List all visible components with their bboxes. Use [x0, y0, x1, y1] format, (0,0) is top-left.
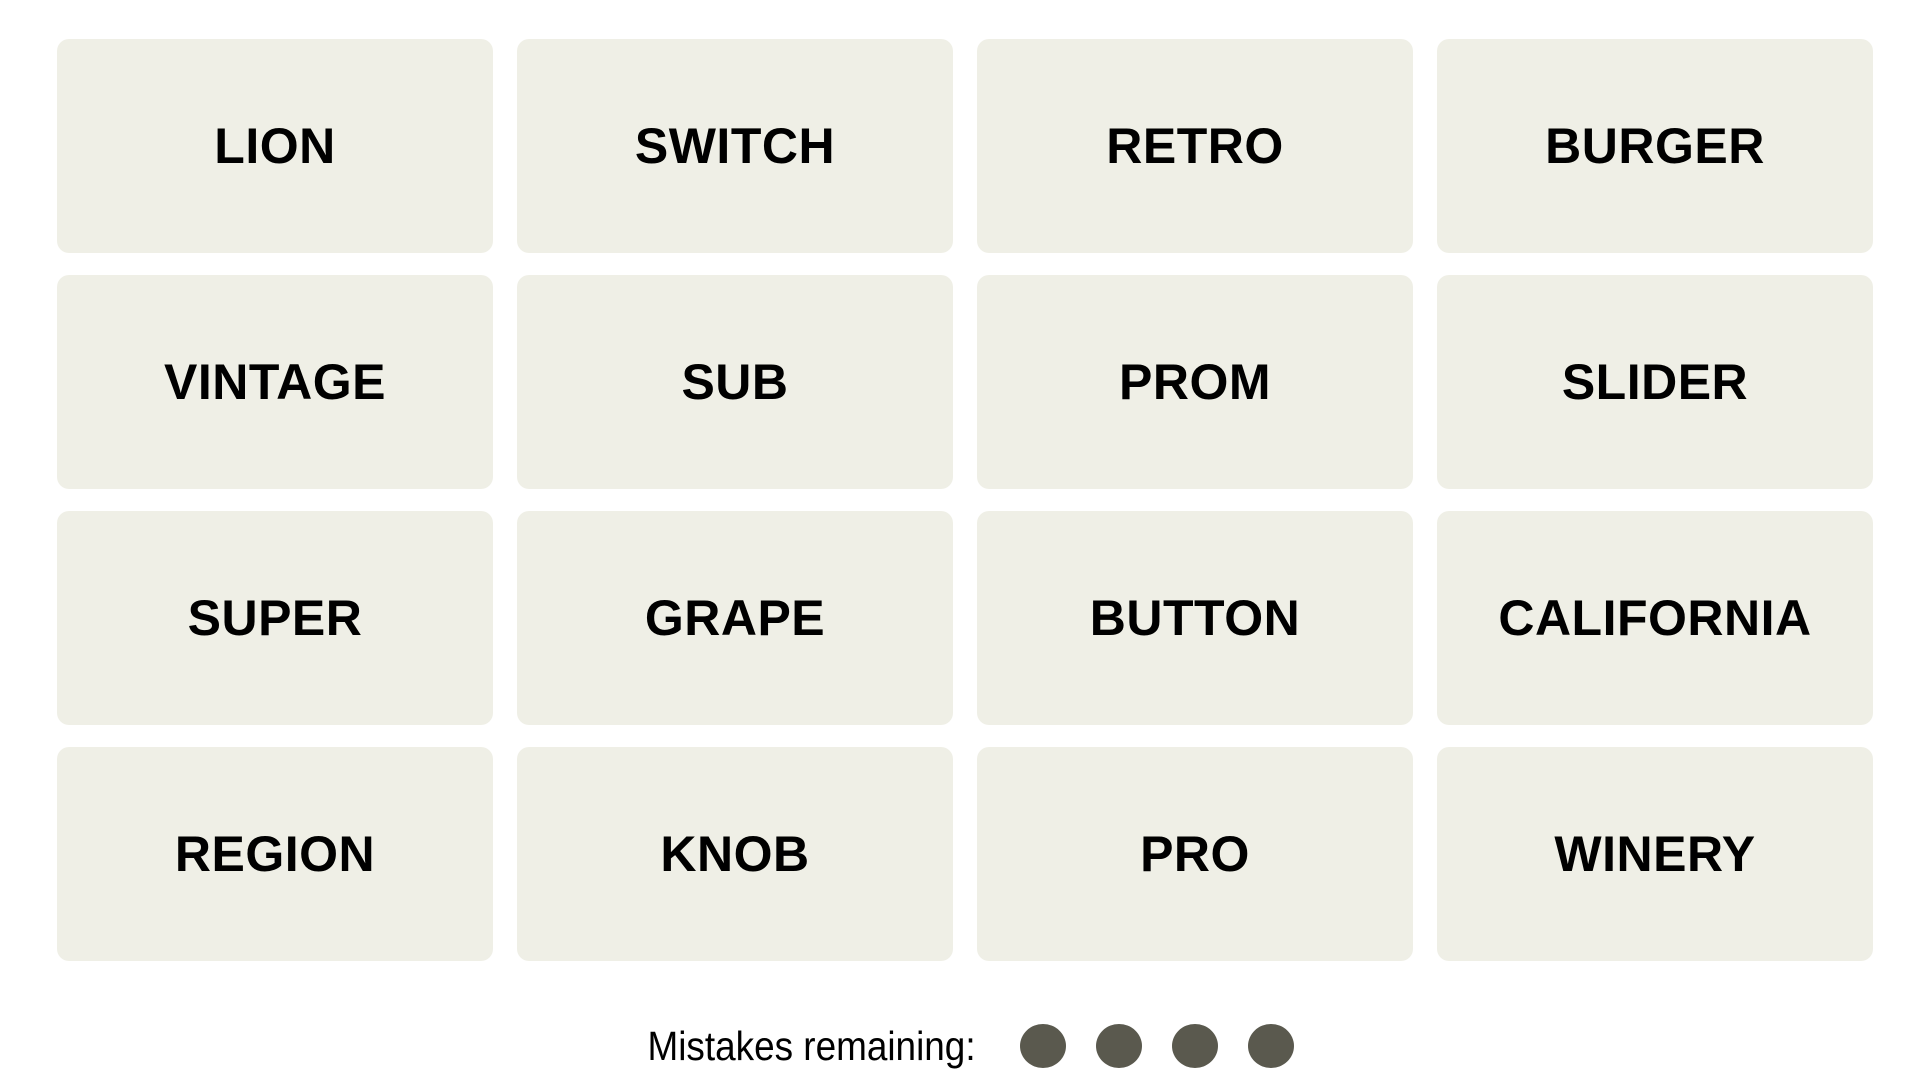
word-tile[interactable]: RETRO: [977, 39, 1413, 253]
word-tile[interactable]: WINERY: [1437, 747, 1873, 961]
mistake-dots: [1005, 1024, 1309, 1068]
word-tile[interactable]: SWITCH: [517, 39, 953, 253]
word-tile[interactable]: PRO: [977, 747, 1413, 961]
word-tile[interactable]: REGION: [57, 747, 493, 961]
word-tile[interactable]: PROM: [977, 275, 1413, 489]
word-tile[interactable]: LION: [57, 39, 493, 253]
word-tile[interactable]: CALIFORNIA: [1437, 511, 1873, 725]
mistake-dot-icon: [1172, 1024, 1219, 1068]
word-tile[interactable]: GRAPE: [517, 511, 953, 725]
word-grid: LION SWITCH RETRO BURGER VINTAGE SUB PRO…: [57, 39, 1873, 961]
word-tile[interactable]: BURGER: [1437, 39, 1873, 253]
mistakes-label: Mistakes remaining:: [647, 1022, 976, 1069]
word-tile[interactable]: VINTAGE: [57, 275, 493, 489]
mistakes-remaining: Mistakes remaining:: [0, 1018, 1920, 1074]
mistake-dot-icon: [1096, 1024, 1143, 1068]
mistake-dot-icon: [1020, 1024, 1067, 1068]
word-tile[interactable]: BUTTON: [977, 511, 1413, 725]
word-tile[interactable]: KNOB: [517, 747, 953, 961]
word-tile[interactable]: SUPER: [57, 511, 493, 725]
word-tile[interactable]: SLIDER: [1437, 275, 1873, 489]
mistake-dot-icon: [1248, 1024, 1295, 1068]
word-tile[interactable]: SUB: [517, 275, 953, 489]
